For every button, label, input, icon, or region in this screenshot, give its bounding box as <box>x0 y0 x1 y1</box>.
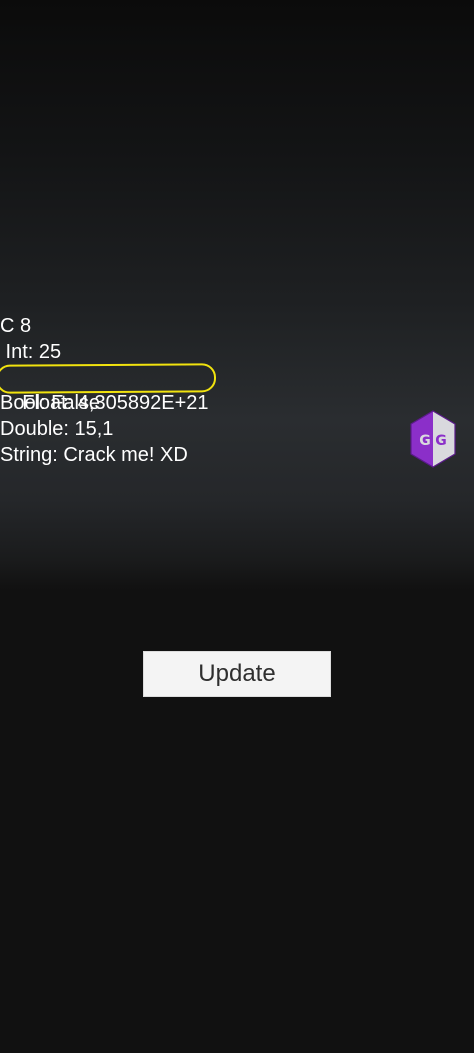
float-highlight-annotation <box>0 362 217 394</box>
update-button[interactable]: Update <box>143 651 331 697</box>
svg-text:G: G <box>419 433 431 449</box>
stat-int: Int: 25 <box>0 340 62 363</box>
stat-float-row: Float: 4,305892E+21 <box>0 362 360 414</box>
stats-panel: C 8 Int: 25 Float: 4,305892E+21 Bool: Fa… <box>0 314 360 469</box>
svg-text:G: G <box>435 433 447 449</box>
gameguardian-icon[interactable]: G G <box>407 409 459 469</box>
stat-bool: Bool: False <box>0 392 101 415</box>
stat-double: Double: 15,1 <box>0 418 114 441</box>
stat-c-label: C 8 <box>0 315 32 337</box>
stat-string: String: Crack me! XD <box>0 443 188 466</box>
